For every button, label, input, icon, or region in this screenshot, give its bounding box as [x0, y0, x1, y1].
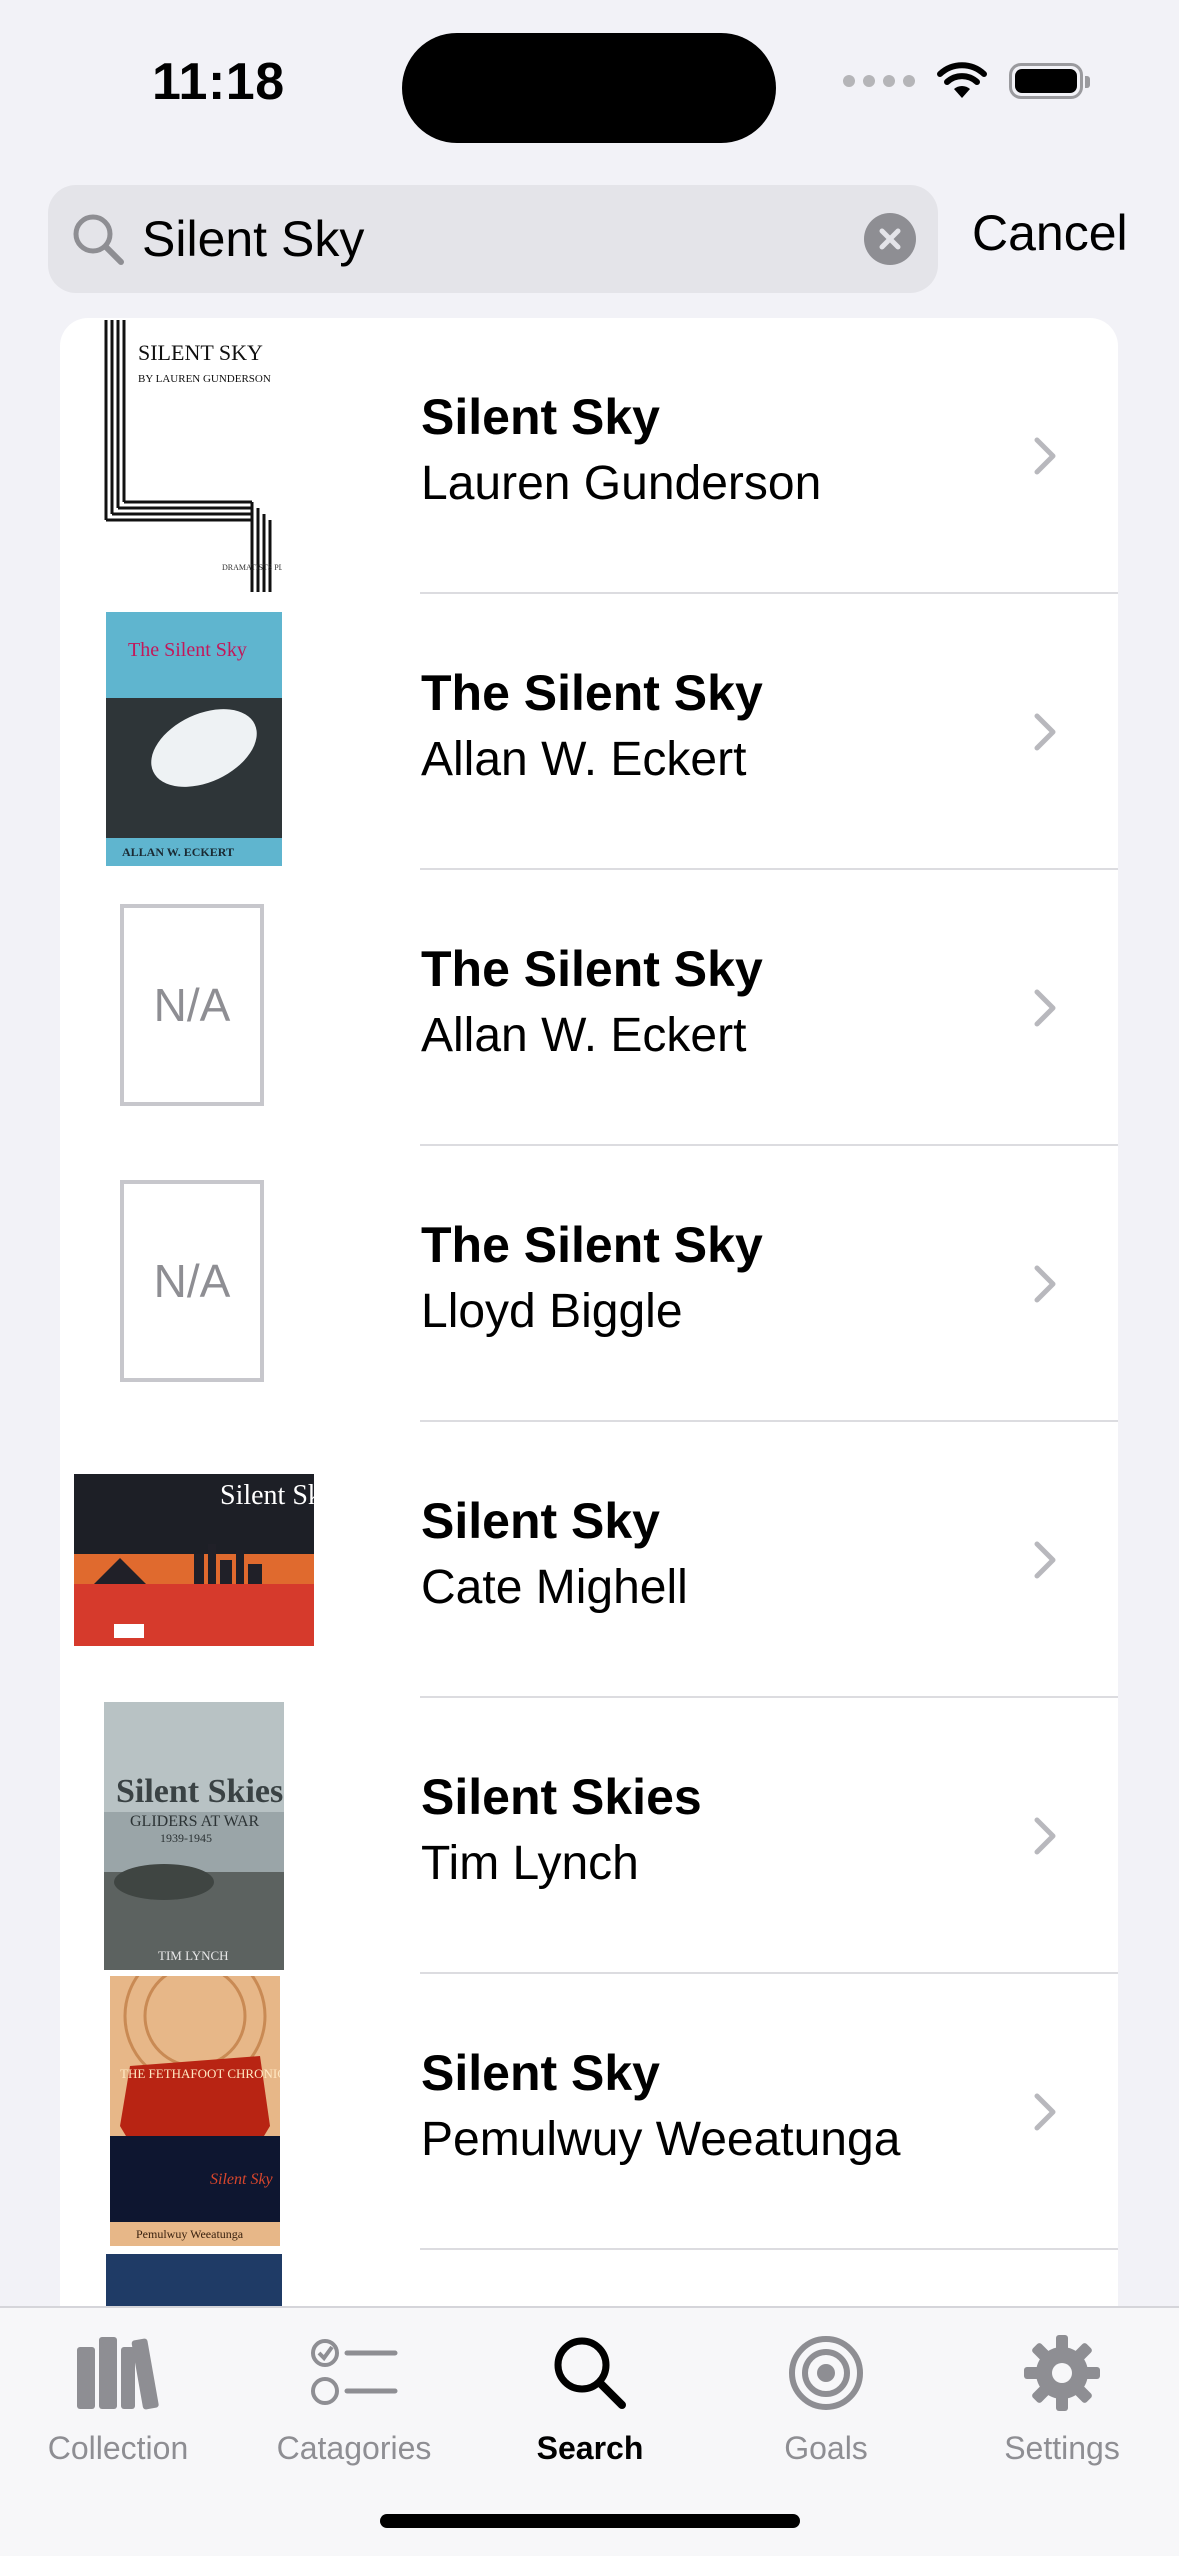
cellular-signal-icon — [843, 75, 915, 87]
chevron-right-icon — [1034, 437, 1056, 475]
search-icon — [472, 2328, 708, 2418]
book-author: Tim Lynch — [421, 1837, 639, 1890]
search-icon — [68, 209, 128, 269]
dynamic-island — [402, 33, 776, 143]
cover-years-text: 1939-1945 — [160, 1831, 212, 1845]
tab-label: Search — [536, 2430, 644, 2466]
cover-title-text: Silent Skies — [116, 1773, 283, 1810]
target-icon — [708, 2328, 944, 2418]
tab-goals[interactable]: Goals — [708, 2328, 944, 2467]
result-row[interactable]: Silent Sky Silent Sky Cate Mighell — [60, 1422, 1118, 1698]
tab-label: Collection — [47, 2430, 189, 2466]
result-row[interactable]: N/A The Silent Sky Allan W. Eckert — [60, 870, 1118, 1146]
book-title: The Silent Sky — [421, 1217, 763, 1273]
book-title: The Silent Sky — [421, 665, 763, 721]
book-cover-image: THE FETHAFOOT CHRONICLES Silent Sky Pemu… — [110, 1976, 280, 2246]
status-indicators — [843, 62, 1090, 100]
tab-label: Catagories — [276, 2430, 432, 2466]
no-cover-placeholder: N/A — [120, 1180, 264, 1382]
chevron-right-icon — [1034, 2093, 1056, 2131]
chevron-right-icon — [1034, 1265, 1056, 1303]
book-title: Silent Sky — [421, 389, 660, 445]
cover-series-text: THE FETHAFOOT CHRONICLES — [120, 2066, 280, 2081]
result-row[interactable]: The Silent Sky ALLAN W. ECKERT The Silen… — [60, 594, 1118, 870]
cancel-button[interactable]: Cancel — [972, 204, 1128, 262]
book-cover-image: The Silent Sky ALLAN W. ECKERT — [106, 598, 282, 866]
book-cover-image: Silent Skies GLIDERS AT WAR 1939-1945 TI… — [104, 1702, 284, 1970]
book-author: Lloyd Biggle — [421, 1285, 683, 1338]
search-query[interactable]: Silent Sky — [142, 210, 864, 268]
result-row[interactable]: SILENT SKY BY LAUREN GUNDERSON DRAMATIST… — [60, 318, 1118, 594]
checklist-icon — [236, 2328, 472, 2418]
clear-search-button[interactable] — [864, 213, 916, 265]
gear-icon — [944, 2328, 1179, 2418]
book-author: Allan W. Eckert — [421, 1009, 747, 1062]
book-cover-image: Silent Sky — [74, 1474, 314, 1646]
chevron-right-icon — [1034, 1541, 1056, 1579]
tab-search[interactable]: Search — [472, 2328, 708, 2467]
tab-categories[interactable]: Catagories — [236, 2328, 472, 2467]
chevron-right-icon — [1034, 713, 1056, 751]
book-cover-image: SILENT SKY BY LAUREN GUNDERSON DRAMATIST… — [102, 320, 282, 592]
wifi-icon — [937, 62, 987, 98]
result-row[interactable]: THE FETHAFOOT CHRONICLES Silent Sky Pemu… — [60, 1974, 1118, 2250]
result-row[interactable]: Silent Skies GLIDERS AT WAR 1939-1945 TI… — [60, 1698, 1118, 1974]
cover-title-text: Silent Sky — [210, 2171, 274, 2188]
cover-author-text: Pemulwuy Weeatunga — [136, 2227, 244, 2241]
book-title: Silent Skies — [421, 1769, 702, 1825]
chevron-right-icon — [1034, 989, 1056, 1027]
chevron-right-icon — [1034, 1817, 1056, 1855]
book-author: Allan W. Eckert — [421, 733, 747, 786]
books-icon — [0, 2328, 236, 2418]
cover-title-text: SILENT SKY — [138, 340, 263, 365]
cover-title-text: The Silent Sky — [128, 639, 247, 661]
battery-icon — [1009, 63, 1090, 99]
search-input[interactable]: Silent Sky — [48, 185, 938, 293]
book-author: Pemulwuy Weeatunga — [421, 2113, 901, 2166]
book-author: Cate Mighell — [421, 1561, 688, 1614]
cover-author-text: BY LAUREN GUNDERSON — [138, 373, 271, 385]
result-row[interactable]: N/A The Silent Sky Lloyd Biggle — [60, 1146, 1118, 1422]
book-author: Lauren Gunderson — [421, 457, 822, 510]
cover-subtitle-text: GLIDERS AT WAR — [130, 1813, 260, 1830]
cover-publisher-text: DRAMATISTS PLAY SERVICE INC. — [222, 563, 282, 572]
cover-author-text: TIM LYNCH — [158, 1948, 229, 1963]
screen: 11:18 Silent Sky Cancel SILENT SKY BY LA… — [0, 0, 1179, 2556]
cover-author-text: ALLAN W. ECKERT — [122, 845, 234, 859]
home-indicator — [380, 2514, 800, 2528]
tab-label: Settings — [1004, 2430, 1120, 2466]
close-icon — [879, 228, 901, 250]
status-time: 11:18 — [152, 53, 285, 111]
tab-collection[interactable]: Collection — [0, 2328, 236, 2467]
tab-label: Goals — [784, 2430, 868, 2466]
book-title: Silent Sky — [421, 2045, 660, 2101]
search-results-list: SILENT SKY BY LAUREN GUNDERSON DRAMATIST… — [60, 318, 1118, 2318]
book-title: Silent Sky — [421, 1493, 660, 1549]
book-title: The Silent Sky — [421, 941, 763, 997]
cover-title-text: Silent Sky — [220, 1480, 314, 1511]
no-cover-placeholder: N/A — [120, 904, 264, 1106]
tab-settings[interactable]: Settings — [944, 2328, 1179, 2467]
